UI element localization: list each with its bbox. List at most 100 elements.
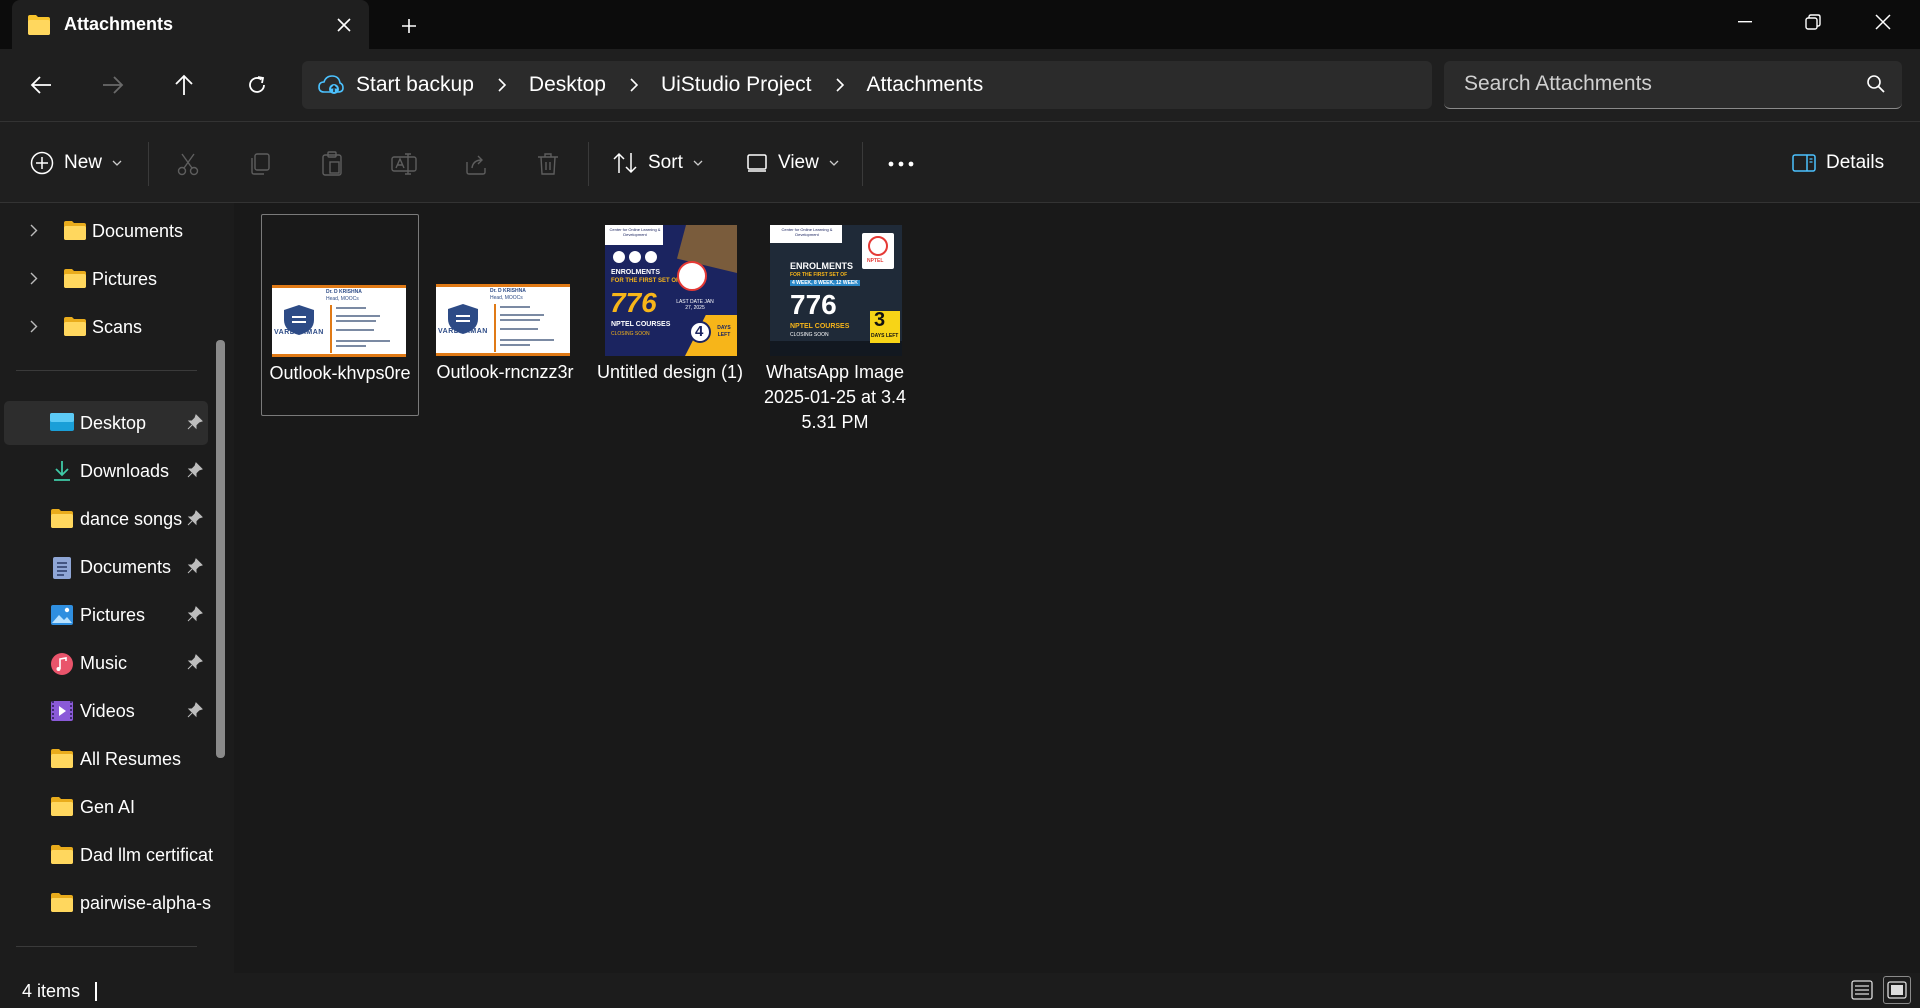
folder-icon (63, 268, 87, 289)
sidebar-item-music[interactable]: Music (4, 641, 208, 685)
card-role: Head, MOOCs (326, 296, 359, 302)
new-tab-button[interactable] (392, 9, 426, 43)
details-label: Details (1826, 152, 1885, 173)
chevron-right-icon[interactable] (835, 78, 845, 92)
sidebar-item-dance-songs[interactable]: dance songs (4, 497, 208, 541)
close-tab-icon[interactable] (329, 10, 359, 40)
pin-icon[interactable] (187, 702, 203, 718)
toolbar-divider (588, 142, 589, 186)
sidebar-divider (16, 370, 197, 371)
close-window-button[interactable] (1848, 0, 1918, 44)
large-icons-view-toggle[interactable] (1883, 976, 1911, 1004)
poster-weeks: 4 WEEK, 8 WEEK, 12 WEEK (790, 280, 860, 286)
poster-last-date: LAST DATE JAN 27, 2025 (676, 299, 714, 311)
restore-button[interactable] (1778, 0, 1848, 44)
file-name: WhatsApp Image 2025-01-25 at 3.45.31 PM (763, 362, 907, 432)
chevron-right-icon[interactable] (30, 272, 38, 285)
music-icon (50, 652, 74, 676)
back-button[interactable] (21, 65, 61, 105)
paste-icon[interactable] (316, 148, 348, 180)
card-org: VARDHAMAN (274, 329, 324, 336)
pin-icon[interactable] (187, 414, 203, 430)
search-box[interactable] (1444, 61, 1902, 109)
pin-icon[interactable] (187, 462, 203, 478)
navigation-pane: Documents Pictures Scans Desktop Downloa… (0, 203, 234, 973)
file-item[interactable]: Center for Online Learning & Development… (591, 214, 749, 385)
file-thumbnail: Center for Online Learning & Development… (756, 214, 914, 356)
tree-item-label: Pictures (92, 269, 158, 289)
tree-item-pictures[interactable]: Pictures (4, 257, 208, 301)
sidebar-item-pictures[interactable]: Pictures (4, 593, 208, 637)
sidebar-item-videos[interactable]: Videos (4, 689, 208, 733)
search-input[interactable] (1444, 61, 1844, 107)
poster-776: 776 (610, 287, 657, 318)
pin-icon[interactable] (187, 510, 203, 526)
tree-item-documents[interactable]: Documents (4, 209, 208, 253)
pin-icon[interactable] (187, 606, 203, 622)
breadcrumb-start-backup[interactable]: Start backup (318, 73, 474, 97)
view-button[interactable]: View (746, 141, 839, 185)
share-icon[interactable] (460, 148, 492, 180)
sidebar-item-dad-llm[interactable]: Dad llm certificat (4, 833, 213, 877)
chevron-right-icon[interactable] (30, 224, 38, 237)
chevron-down-icon (112, 160, 122, 166)
view-label: View (778, 152, 819, 173)
poster-first-set: FOR THE FIRST SET OF (611, 278, 680, 284)
file-item[interactable]: Center for Online Learning & Development… (756, 214, 914, 435)
file-item[interactable]: VARDHAMAN Dr. D KRISHNA Head, MOOCs Outl… (261, 214, 419, 416)
cloud-backup-icon (318, 74, 344, 96)
sidebar-item-pairwise[interactable]: pairwise-alpha-s (4, 881, 211, 925)
copy-icon[interactable] (244, 148, 276, 180)
details-view-toggle[interactable] (1848, 976, 1876, 1004)
more-options-icon[interactable] (885, 148, 917, 180)
file-thumbnail: VARDHAMAN Dr. D KRISHNA Head, MOOCs (426, 214, 584, 356)
chevron-right-icon[interactable] (30, 320, 38, 333)
tab-attachments[interactable]: Attachments (12, 0, 369, 49)
item-count: 4 items (22, 981, 81, 1001)
rename-icon[interactable] (388, 148, 420, 180)
cut-icon[interactable] (172, 148, 204, 180)
poster-courses: NPTEL COURSES (611, 321, 671, 328)
address-row: Start backup Desktop UiStudio Project At… (0, 49, 1920, 121)
folder-icon (50, 748, 74, 769)
poster-closing: CLOSING SOON (790, 332, 829, 338)
details-button[interactable]: Details (1792, 141, 1884, 185)
card-name: Dr. D KRISHNA (326, 289, 362, 295)
new-button[interactable]: New (30, 141, 122, 185)
pin-icon[interactable] (187, 558, 203, 574)
tab-title: Attachments (64, 14, 174, 34)
sidebar-item-downloads[interactable]: Downloads (4, 449, 208, 493)
breadcrumb[interactable]: Start backup Desktop UiStudio Project At… (302, 61, 1432, 109)
poster-days-label: DAYS LEFT (871, 333, 899, 339)
pin-icon[interactable] (187, 654, 203, 670)
breadcrumb-attachments[interactable]: Attachments (867, 73, 984, 97)
chevron-right-icon[interactable] (630, 78, 639, 92)
tree-item-label: Documents (92, 221, 184, 241)
poster-closing: CLOSING SOON (611, 331, 650, 337)
breadcrumb-uistudio-project[interactable]: UiStudio Project (661, 73, 812, 97)
sidebar-item-all-resumes[interactable]: All Resumes (4, 737, 208, 781)
tree-item-scans[interactable]: Scans (4, 305, 208, 349)
sidebar-item-desktop[interactable]: Desktop (4, 401, 208, 445)
chevron-right-icon[interactable] (498, 78, 507, 92)
sidebar-scrollbar-thumb[interactable] (216, 340, 225, 758)
refresh-button[interactable] (237, 65, 277, 105)
file-item[interactable]: VARDHAMAN Dr. D KRISHNA Head, MOOCs Outl… (426, 214, 584, 385)
sidebar-item-documents[interactable]: Documents (4, 545, 208, 589)
add-circle-icon (30, 151, 54, 175)
minimize-button[interactable] (1710, 0, 1780, 44)
poster-thumbnail: Center for Online Learning & Development… (770, 225, 902, 356)
status-bar: 4 items (0, 973, 1920, 1008)
sidebar-item-gen-ai[interactable]: Gen AI (4, 785, 208, 829)
forward-button[interactable] (93, 65, 133, 105)
file-name: Untitled design (1) (596, 362, 744, 382)
breadcrumb-desktop[interactable]: Desktop (529, 73, 606, 97)
sort-button[interactable]: Sort (612, 141, 703, 185)
card-name: Dr. D KRISHNA (490, 288, 526, 294)
up-button[interactable] (164, 65, 204, 105)
sidebar-divider (16, 946, 197, 947)
delete-icon[interactable] (532, 148, 564, 180)
status-divider (95, 982, 97, 1001)
pictures-icon (50, 604, 74, 626)
search-icon[interactable] (1866, 74, 1886, 94)
